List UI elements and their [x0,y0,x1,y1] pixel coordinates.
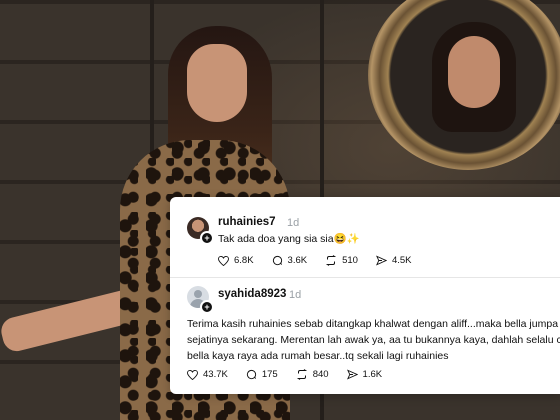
comment-count: 175 [261,369,278,380]
reply-text: Terima kasih ruhainies sebab ditangkap k… [187,316,560,364]
reply-actions: 43.7K 175 840 1.6K [187,369,400,380]
share-count: 1.6K [362,369,383,380]
reply-text-line: sejatinya sekarang. Merentan lah awak ya… [187,334,560,346]
repost-icon [325,255,337,266]
heart-icon [218,255,229,266]
comment-button[interactable]: 3.6K [272,255,308,266]
reply-time: 1d [289,289,302,301]
reply-username[interactable]: syahida8923 [218,288,286,300]
mirror-reflection-face [448,36,500,108]
like-button[interactable]: 43.7K [187,369,228,380]
reply-text-line: Terima kasih ruhainies sebab ditangkap k… [187,318,560,330]
share-button[interactable]: 4.5K [375,255,412,266]
share-button[interactable]: 1.6K [346,369,383,380]
repost-count: 840 [312,369,329,380]
post-actions: 6.8K 3.6K 510 4.5K [218,255,430,266]
repost-count: 510 [342,255,358,266]
share-count: 4.5K [391,255,412,266]
comment-button[interactable]: 175 [246,369,278,380]
threads-screenshot-card: + ruhainies7 1d Tak ada doa yang sia sia… [170,197,560,394]
share-icon [346,369,358,380]
divider [170,277,560,278]
comment-icon [246,369,256,380]
post-text: Tak ada doa yang sia sia😆✨ [218,233,360,245]
post-time: 1d [287,217,300,229]
post-username[interactable]: ruhainies7 [218,216,276,228]
like-count: 43.7K [203,369,228,380]
heart-icon [187,369,198,380]
share-icon [375,255,387,266]
photo-face [187,44,247,122]
like-button[interactable]: 6.8K [218,255,254,266]
reply-text-line: bella kaya raya ada rumah besar..tq seka… [187,350,449,362]
plus-icon[interactable]: + [200,300,214,314]
plus-icon[interactable]: + [200,231,214,245]
repost-icon [296,369,307,380]
comment-icon [272,255,282,266]
like-count: 6.8K [234,255,254,266]
comment-count: 3.6K [287,255,308,266]
repost-button[interactable]: 840 [296,369,329,380]
repost-button[interactable]: 510 [325,255,358,266]
